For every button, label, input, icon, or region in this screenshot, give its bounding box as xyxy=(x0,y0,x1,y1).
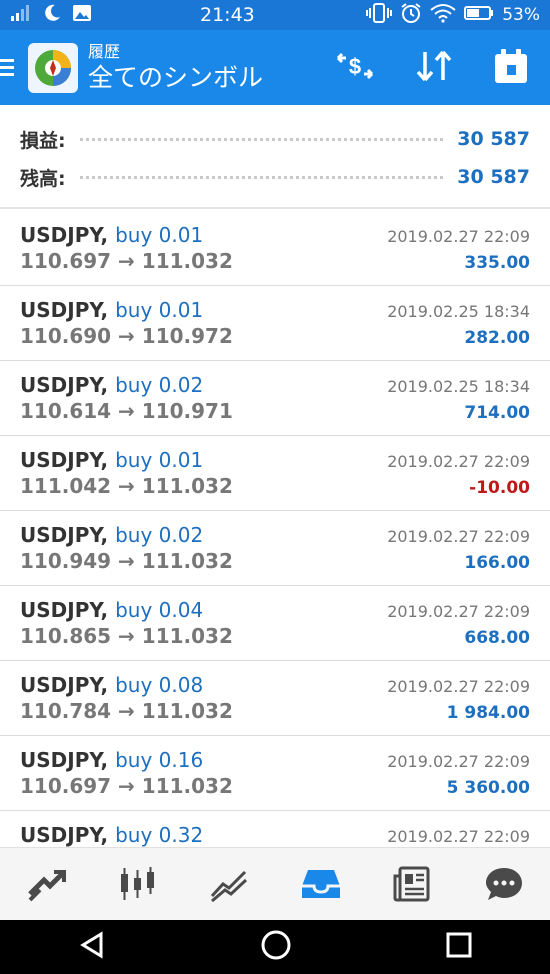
alarm-icon xyxy=(400,2,422,29)
trade-prices: 110.614 → 110.971 xyxy=(20,399,233,423)
trade-profit: 5 360.00 xyxy=(446,778,530,798)
sort-icon[interactable] xyxy=(414,48,454,88)
profit-value: 30 587 xyxy=(457,128,530,150)
trade-row[interactable]: USDJPY, buy 0.01 110.697 → 111.032 2019.… xyxy=(0,211,550,286)
signal-icon xyxy=(10,4,32,27)
trade-date: 2019.02.25 18:34 xyxy=(387,377,530,396)
moon-icon xyxy=(42,3,62,28)
trade-profit: -10.00 xyxy=(469,478,530,498)
bottom-nav xyxy=(0,847,550,920)
vibrate-icon xyxy=(366,2,393,28)
trade-icon[interactable] xyxy=(16,854,76,914)
trade-row[interactable]: USDJPY, buy 0.01 111.042 → 111.032 2019.… xyxy=(0,436,550,511)
trade-prices: 111.042 → 111.032 xyxy=(20,474,233,498)
chart-line-icon[interactable] xyxy=(199,854,259,914)
trade-profit: 714.00 xyxy=(464,403,530,423)
trade-prices: 110.865 → 111.032 xyxy=(20,624,233,648)
menu-icon[interactable] xyxy=(0,59,22,76)
page-subtitle: 履歴 xyxy=(88,41,121,61)
trade-prices: 110.690 → 110.972 xyxy=(20,324,233,348)
balance-value: 30 587 xyxy=(457,166,530,188)
history-inbox-icon[interactable] xyxy=(291,854,351,914)
trade-symbol: USDJPY, xyxy=(20,748,109,772)
calendar-icon[interactable] xyxy=(492,47,530,89)
home-icon[interactable] xyxy=(260,929,292,965)
trade-row[interactable]: USDJPY, buy 0.04 110.865 → 111.032 2019.… xyxy=(0,586,550,661)
trade-date: 2019.02.27 22:09 xyxy=(387,752,530,771)
trade-date: 2019.02.27 22:09 xyxy=(387,677,530,696)
trade-row[interactable]: USDJPY, buy 0.02 110.949 → 111.032 2019.… xyxy=(0,511,550,586)
dot-leader xyxy=(79,137,444,141)
trade-side: buy 0.02 xyxy=(115,523,204,547)
news-icon[interactable] xyxy=(382,854,442,914)
chat-icon[interactable] xyxy=(474,854,534,914)
trade-row[interactable]: USDJPY, buy 0.16 110.697 → 111.032 2019.… xyxy=(0,736,550,811)
trade-date: 2019.02.27 22:09 xyxy=(387,602,530,621)
trade-profit: 335.00 xyxy=(464,253,530,273)
battery-icon xyxy=(464,5,494,26)
battery-percent: 53% xyxy=(502,5,540,25)
trade-list[interactable]: USDJPY, buy 0.01 110.697 → 111.032 2019.… xyxy=(0,211,550,847)
back-icon[interactable] xyxy=(77,930,107,964)
status-bar: 21:43 53% xyxy=(0,0,550,30)
balance-label: 残高: xyxy=(20,167,66,190)
trade-symbol: USDJPY, xyxy=(20,448,109,472)
app-logo-icon xyxy=(28,42,78,93)
trade-profit: 668.00 xyxy=(464,628,530,648)
page-title: 全てのシンボル xyxy=(88,62,264,92)
trade-symbol: USDJPY, xyxy=(20,223,109,247)
app-bar: 履歴 全てのシンボル $ xyxy=(0,30,550,105)
recents-icon[interactable] xyxy=(445,931,473,963)
profit-label: 損益: xyxy=(20,129,66,152)
chart-candles-icon[interactable] xyxy=(107,854,167,914)
image-icon xyxy=(72,4,92,27)
clock: 21:43 xyxy=(200,4,255,26)
balance-row: 残高: 30 587 xyxy=(20,157,530,197)
trade-symbol: USDJPY, xyxy=(20,298,109,322)
system-nav-bar xyxy=(0,920,550,974)
trade-prices: 110.697 → 111.032 xyxy=(20,774,233,798)
trade-row[interactable]: USDJPY, buy 0.02 110.614 → 110.971 2019.… xyxy=(0,361,550,436)
svg-text:$: $ xyxy=(349,54,361,79)
trade-symbol: USDJPY, xyxy=(20,673,109,697)
trade-date: 2019.02.27 22:09 xyxy=(387,527,530,546)
trade-row[interactable]: USDJPY, buy 0.32 2019.02.27 22:09 xyxy=(0,811,550,847)
trade-side: buy 0.01 xyxy=(115,448,204,472)
trade-row[interactable]: USDJPY, buy 0.08 110.784 → 111.032 2019.… xyxy=(0,661,550,736)
trade-symbol: USDJPY, xyxy=(20,373,109,397)
trade-profit: 1 984.00 xyxy=(446,703,530,723)
trade-prices: 110.949 → 111.032 xyxy=(20,549,233,573)
trade-row[interactable]: USDJPY, buy 0.01 110.690 → 110.972 2019.… xyxy=(0,286,550,361)
trade-side: buy 0.02 xyxy=(115,373,204,397)
trade-symbol: USDJPY, xyxy=(20,523,109,547)
profit-row: 損益: 30 587 xyxy=(20,119,530,159)
trade-side: buy 0.01 xyxy=(115,298,204,322)
trade-symbol: USDJPY, xyxy=(20,598,109,622)
trade-date: 2019.02.27 22:09 xyxy=(387,827,530,846)
trade-date: 2019.02.27 22:09 xyxy=(387,227,530,246)
trade-prices: 110.784 → 111.032 xyxy=(20,699,233,723)
trade-profit: 282.00 xyxy=(464,328,530,348)
trade-side: buy 0.16 xyxy=(115,748,204,772)
dot-leader xyxy=(79,175,444,179)
summary-panel: 損益: 30 587 残高: 30 587 xyxy=(0,105,550,209)
trade-symbol: USDJPY, xyxy=(20,823,109,847)
trade-side: buy 0.08 xyxy=(115,673,204,697)
trade-side: buy 0.04 xyxy=(115,598,204,622)
trade-side: buy 0.32 xyxy=(115,823,204,847)
trade-prices: 110.697 → 111.032 xyxy=(20,249,233,273)
trade-date: 2019.02.25 18:34 xyxy=(387,302,530,321)
trade-profit: 166.00 xyxy=(464,553,530,573)
wifi-icon xyxy=(430,3,456,28)
trade-date: 2019.02.27 22:09 xyxy=(387,452,530,471)
currency-exchange-icon[interactable]: $ xyxy=(334,48,376,88)
trade-side: buy 0.01 xyxy=(115,223,204,247)
